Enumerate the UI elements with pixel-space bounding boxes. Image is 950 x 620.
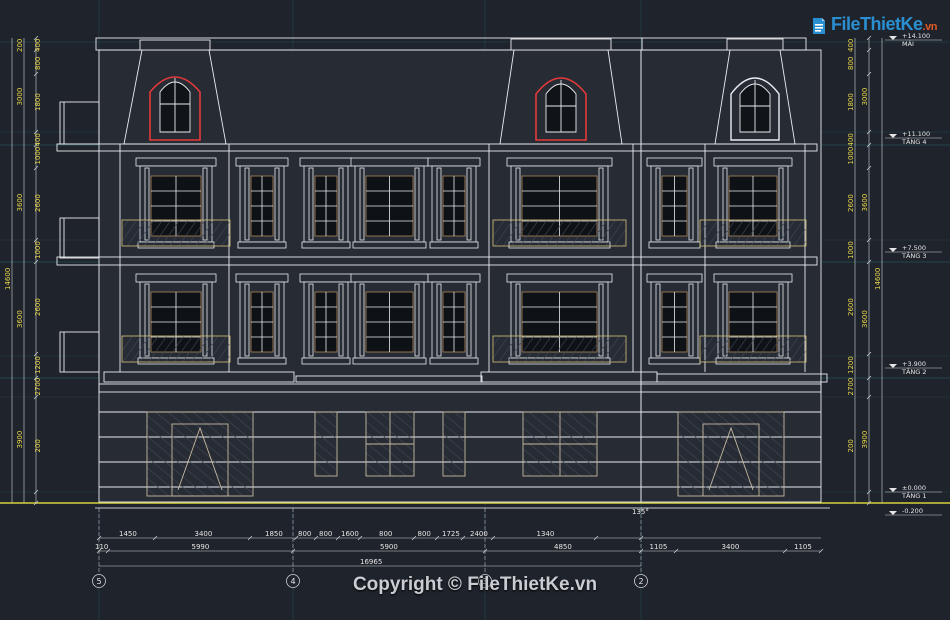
dim-bottom-row2: 4850 xyxy=(554,543,572,551)
dim-right-inner: 400 xyxy=(847,133,855,146)
dim-bottom-row1: 3400 xyxy=(195,530,213,538)
dim-right-inner: 1200 xyxy=(847,356,855,374)
dim-right-outer: 3600 xyxy=(861,310,869,328)
dim-bottom-row2: 3400 xyxy=(722,543,740,551)
level-value: +7.500 xyxy=(902,244,926,252)
dim-right-outer: 3900 xyxy=(861,431,869,449)
dim-left-inner: 1800 xyxy=(34,93,42,111)
dormer-window-3 xyxy=(730,77,780,141)
window xyxy=(350,157,429,249)
level-name: TẦNG 4 xyxy=(901,136,927,146)
level-marker-icon xyxy=(889,488,897,492)
dim-right-inner: 1800 xyxy=(847,93,855,111)
dim-bottom-row1: 1850 xyxy=(265,530,283,538)
window xyxy=(427,273,481,365)
level-value: +11.100 xyxy=(902,130,930,138)
dim-left-inner: 400 xyxy=(34,133,42,146)
dim-bottom-row1: 1340 xyxy=(537,530,555,538)
logo-icon xyxy=(813,18,825,34)
dim-right-inner: 1000 xyxy=(847,241,855,259)
dim-right-outer: 3000 xyxy=(861,88,869,106)
level-markers: +14.100MÁI+11.100TẦNG 4+7.500TẦNG 3+3.90… xyxy=(885,32,942,516)
dim-left-inner: 2600 xyxy=(34,298,42,316)
logo-suffix: .vn xyxy=(922,21,938,33)
dim-right-inner: 800 xyxy=(847,57,855,70)
level-marker-icon xyxy=(889,248,897,252)
balcony-railing xyxy=(121,219,231,247)
dim-bottom-row1: 800 xyxy=(298,530,311,538)
balcony-railing xyxy=(699,335,807,363)
window xyxy=(235,273,289,365)
dim-left-inner: 800 xyxy=(34,57,42,70)
dim-bottom-row2: 1105 xyxy=(650,543,668,551)
dim-right-inner: 1000 xyxy=(847,147,855,165)
balcony-railing xyxy=(492,335,627,363)
logo-text: FileThietKe xyxy=(831,14,923,34)
dim-left-outer: 3600 xyxy=(16,310,24,328)
level-name: TẦNG 1 xyxy=(901,490,927,500)
level-name: TẦNG 3 xyxy=(901,250,927,260)
balcony-railing xyxy=(492,219,627,247)
level-name: TẦNG 2 xyxy=(901,366,927,376)
dim-right-inner: 2600 xyxy=(847,194,855,212)
dim-bottom-row2: 1105 xyxy=(794,543,812,551)
dim-left-outer: 3000 xyxy=(16,88,24,106)
elevation-drawing: 1450 3400 1850 800 800 1600 800 800 1725 2400 1340… xyxy=(0,0,950,620)
window xyxy=(492,273,627,365)
dim-left-total: 14600 xyxy=(4,268,12,290)
balcony-railing xyxy=(699,219,807,247)
dim-left-outer: 200 xyxy=(16,39,24,52)
window xyxy=(299,157,353,249)
angle-note: 135° xyxy=(632,508,649,516)
dim-left-inner: 1000 xyxy=(34,241,42,259)
brand-logo: FileThietKe.vn xyxy=(807,12,937,44)
dim-right-inner: 200 xyxy=(847,439,855,452)
dim-left-outer: 3900 xyxy=(16,431,24,449)
dormer-window-2 xyxy=(535,77,587,141)
level-marker-icon xyxy=(889,511,897,515)
level-value: ±0.000 xyxy=(902,484,926,492)
dim-bottom-row1: 800 xyxy=(418,530,431,538)
window xyxy=(646,157,703,249)
window xyxy=(492,157,627,249)
dim-bottom-row1: 1600 xyxy=(341,530,359,538)
dim-left-inner: 1200 xyxy=(34,356,42,374)
dim-bottom-row1: 800 xyxy=(379,530,392,538)
dormer-window-1 xyxy=(149,76,201,141)
window xyxy=(646,273,703,365)
copyright-watermark: Copyright © FileThietKe.vn xyxy=(352,574,598,595)
window xyxy=(350,273,429,365)
dim-bottom-total: 16965 xyxy=(360,558,382,566)
dim-bottom-row1: 800 xyxy=(319,530,332,538)
dim-left-inner: 2600 xyxy=(34,194,42,212)
window xyxy=(235,157,289,249)
dim-right-outer: 3600 xyxy=(861,194,869,212)
dim-left-inner: 200 xyxy=(34,439,42,452)
level-marker-icon xyxy=(889,364,897,368)
dim-right-total: 14600 xyxy=(874,268,882,290)
dim-bottom-row1: 1450 xyxy=(119,530,137,538)
window xyxy=(427,157,481,249)
level-value: +3.900 xyxy=(902,360,926,368)
dim-left-inner: 1000 xyxy=(34,147,42,165)
window xyxy=(299,273,353,365)
level-marker-icon xyxy=(889,134,897,138)
dim-bottom-row2: 110 xyxy=(95,543,108,551)
dim-left-inner: 400 xyxy=(34,39,42,52)
dim-bottom-row1: 1725 xyxy=(442,530,460,538)
dim-left-outer: 3600 xyxy=(16,194,24,212)
dim-bottom-row2: 5990 xyxy=(192,543,210,551)
dim-right-inner: 2700 xyxy=(847,378,855,396)
dim-left-inner: 2700 xyxy=(34,378,42,396)
balcony-railing xyxy=(121,335,231,363)
dim-bottom-row2: 5900 xyxy=(380,543,398,551)
level-value: -0.200 xyxy=(902,507,923,515)
dim-right-inner: 2600 xyxy=(847,298,855,316)
